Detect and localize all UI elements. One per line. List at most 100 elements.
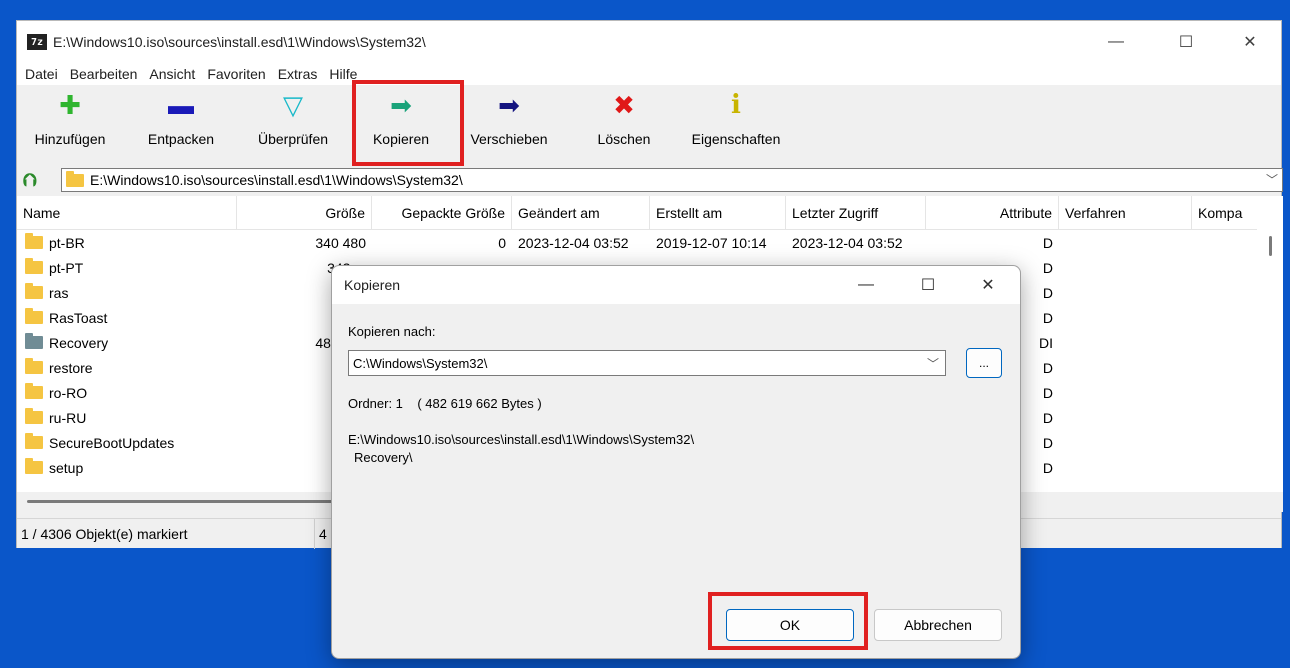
folder-icon [25,233,43,249]
row-name: setup [25,455,237,480]
row-packed: 0 [498,234,506,251]
folder-icon [25,258,43,274]
add-label: Hinzufügen [34,131,106,147]
menu-bar: Datei Bearbeiten Ansicht Favoriten Extra… [17,63,1281,85]
window-title: E:\Windows10.iso\sources\install.esd\1\W… [53,34,426,50]
add-button[interactable]: ✚ Hinzufügen [27,91,113,151]
row-name: restore [25,355,237,380]
7zip-app-icon: 7z [27,34,47,50]
folder-icon [25,458,43,474]
vertical-scrollbar[interactable] [1257,196,1283,492]
col-attributes[interactable]: Attribute [926,196,1059,230]
vertical-scroll-thumb[interactable] [1269,236,1272,256]
menu-favoriten[interactable]: Favoriten [207,66,265,82]
extract-icon: ▬ [168,90,194,120]
row-accessed: 2023-12-04 03:52 [792,234,903,251]
dialog-title: Kopieren [344,277,401,293]
row-name-text: SecureBootUpdates [49,434,175,451]
delete-button[interactable]: ✖ Löschen [589,91,659,151]
row-name: ras [25,280,237,305]
dialog-titlebar[interactable]: Kopieren — ☐ ✕ [332,266,1020,304]
minimize-button[interactable]: — [1087,21,1145,63]
col-name[interactable]: Name [17,196,237,230]
up-folder-icon[interactable]: ⮉ [23,170,47,191]
properties-label: Eigenschaften [691,131,781,147]
row-name-text: pt-PT [49,259,84,276]
source-path-line1: E:\Windows10.iso\sources\install.esd\1\W… [348,432,695,447]
target-label: Kopieren nach: [348,324,436,339]
folder-icon [25,358,43,374]
test-button[interactable]: ▽ Überprüfen [249,91,337,151]
row-name: pt-PT [25,255,237,280]
row-name: pt-BR [25,230,237,255]
folder-icon [25,308,43,324]
toolbar: ✚ Hinzufügen ▬ Entpacken ▽ Überprüfen ➡ … [17,85,1281,177]
row-name: Recovery [25,330,237,355]
target-path-combobox[interactable]: C:\Windows\System32\ ﹀ [348,350,946,376]
col-accessed[interactable]: Letzter Zugriff [786,196,926,230]
delete-icon: ✖ [613,90,635,120]
cancel-button[interactable]: Abbrechen [874,609,1002,641]
maximize-button[interactable]: ☐ [1157,21,1215,63]
extract-label: Entpacken [147,131,215,147]
row-name-text: setup [49,459,84,476]
dialog-maximize-button[interactable]: ☐ [898,266,958,304]
row-name-text: Recovery [49,334,109,351]
row-name: ro-RO [25,380,237,405]
col-modified[interactable]: Geändert am [512,196,650,230]
address-path: E:\Windows10.iso\sources\install.esd\1\W… [90,172,463,188]
folder-icon [25,333,43,349]
move-label: Verschieben [470,131,548,147]
folder-icon [25,408,43,424]
status-selection: 1 / 4306 Objekt(e) markiert [17,519,315,549]
move-icon: ➡ [498,90,520,120]
row-name-text: ru-RU [49,409,87,426]
menu-extras[interactable]: Extras [278,66,318,82]
row-name: RasToast [25,305,237,330]
row-name: SecureBootUpdates [25,430,237,455]
address-bar: ⮉ E:\Windows10.iso\sources\install.esd\1… [17,166,1283,194]
menu-bearbeiten[interactable]: Bearbeiten [70,66,138,82]
col-created[interactable]: Erstellt am [650,196,786,230]
row-created: 2019-12-07 10:14 [656,234,767,251]
col-packed-size[interactable]: Gepackte Größe [372,196,512,230]
dialog-minimize-button[interactable]: — [836,266,896,304]
target-path-value: C:\Windows\System32\ [353,355,488,371]
info-icon: i [731,90,741,120]
chevron-down-icon[interactable]: ﹀ [927,355,939,372]
source-path-line2: Recovery\ [354,450,413,465]
row-name: ru-RU [25,405,237,430]
horizontal-scroll-thumb[interactable] [27,500,337,503]
table-row[interactable]: pt-BR 340 480 0 2023-12-04 03:52 2019-12-07 … [17,230,1257,255]
menu-ansicht[interactable]: Ansicht [149,66,195,82]
col-size[interactable]: Größe [237,196,372,230]
highlight-copy-button [352,80,464,166]
close-button[interactable]: ✕ [1221,21,1279,63]
row-name-text: ro-RO [49,384,88,401]
address-input[interactable]: E:\Windows10.iso\sources\install.esd\1\W… [61,168,1283,192]
menu-datei[interactable]: Datei [25,66,58,82]
properties-button[interactable]: i Eigenschaften [683,91,789,151]
folder-icon [25,283,43,299]
browse-button[interactable]: ... [966,348,1002,378]
row-size: 340 480 [315,234,366,251]
col-method[interactable]: Verfahren [1059,196,1192,230]
extract-button[interactable]: ▬ Entpacken [141,91,221,151]
add-icon: ✚ [59,90,81,120]
chevron-down-icon[interactable]: ﹀ [1266,171,1278,188]
folder-icon [25,383,43,399]
folder-icon [66,170,84,187]
row-modified: 2023-12-04 03:52 [518,234,629,251]
summary-text: Ordner: 1 ( 482 619 662 Bytes ) [348,396,542,411]
dialog-close-button[interactable]: ✕ [958,266,1018,304]
row-name-text: RasToast [49,309,108,326]
highlight-ok-button [708,592,868,650]
folder-icon [25,433,43,449]
main-titlebar[interactable]: 7z E:\Windows10.iso\sources\install.esd\… [17,21,1281,63]
test-icon: ▽ [283,90,303,120]
row-attr: D [1042,234,1053,251]
col-kompa[interactable]: Kompa [1192,196,1257,230]
move-button[interactable]: ➡ Verschieben [463,91,555,151]
copy-dialog: Kopieren — ☐ ✕ Kopieren nach: C:\Windows… [331,265,1021,659]
delete-label: Löschen [597,131,651,147]
